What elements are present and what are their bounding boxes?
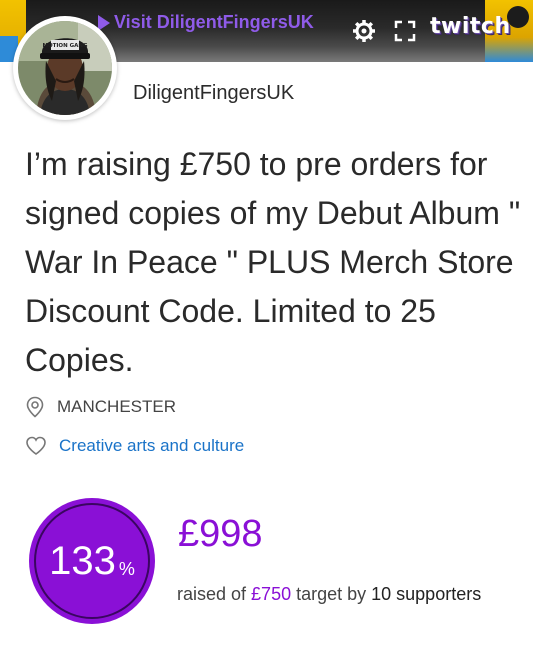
cap-logo-text: MOTION GANG	[42, 43, 88, 49]
raised-summary: raised of £750 target by 10 supporters	[177, 584, 481, 605]
avatar-photo: MOTION GANG	[18, 21, 112, 115]
visit-channel-label: Visit DiligentFingersUK	[114, 12, 314, 32]
location-label: MANCHESTER	[57, 397, 177, 416]
category-link[interactable]: Creative arts and culture	[25, 436, 244, 456]
progress-percent-value: 133	[49, 539, 116, 583]
location-row: MANCHESTER	[25, 396, 176, 418]
raised-prefix: raised of	[177, 584, 252, 604]
target-amount: £750	[251, 584, 292, 604]
play-triangle-icon	[98, 14, 110, 31]
raised-amount: £998	[178, 513, 263, 555]
campaign-headline: I’m raising £750 to pre orders for signe…	[25, 146, 521, 378]
twitch-logo[interactable]: twitch	[430, 14, 511, 39]
visit-channel-link[interactable]: Visit DiligentFingersUK	[98, 12, 314, 33]
location-pin-icon	[26, 396, 44, 418]
target-mid: target by	[291, 584, 372, 604]
gear-icon[interactable]	[352, 19, 376, 43]
heart-outline-icon	[26, 436, 46, 455]
fullscreen-icon[interactable]	[393, 19, 417, 43]
category-label: Creative arts and culture	[59, 436, 245, 455]
progress-percent: 133 %	[28, 497, 156, 625]
username[interactable]: DiligentFingersUK	[133, 82, 294, 105]
progress-percent-sign: %	[118, 558, 135, 579]
supporters-count: 10 supporters	[371, 584, 482, 604]
avatar[interactable]: MOTION GANG	[13, 16, 117, 120]
